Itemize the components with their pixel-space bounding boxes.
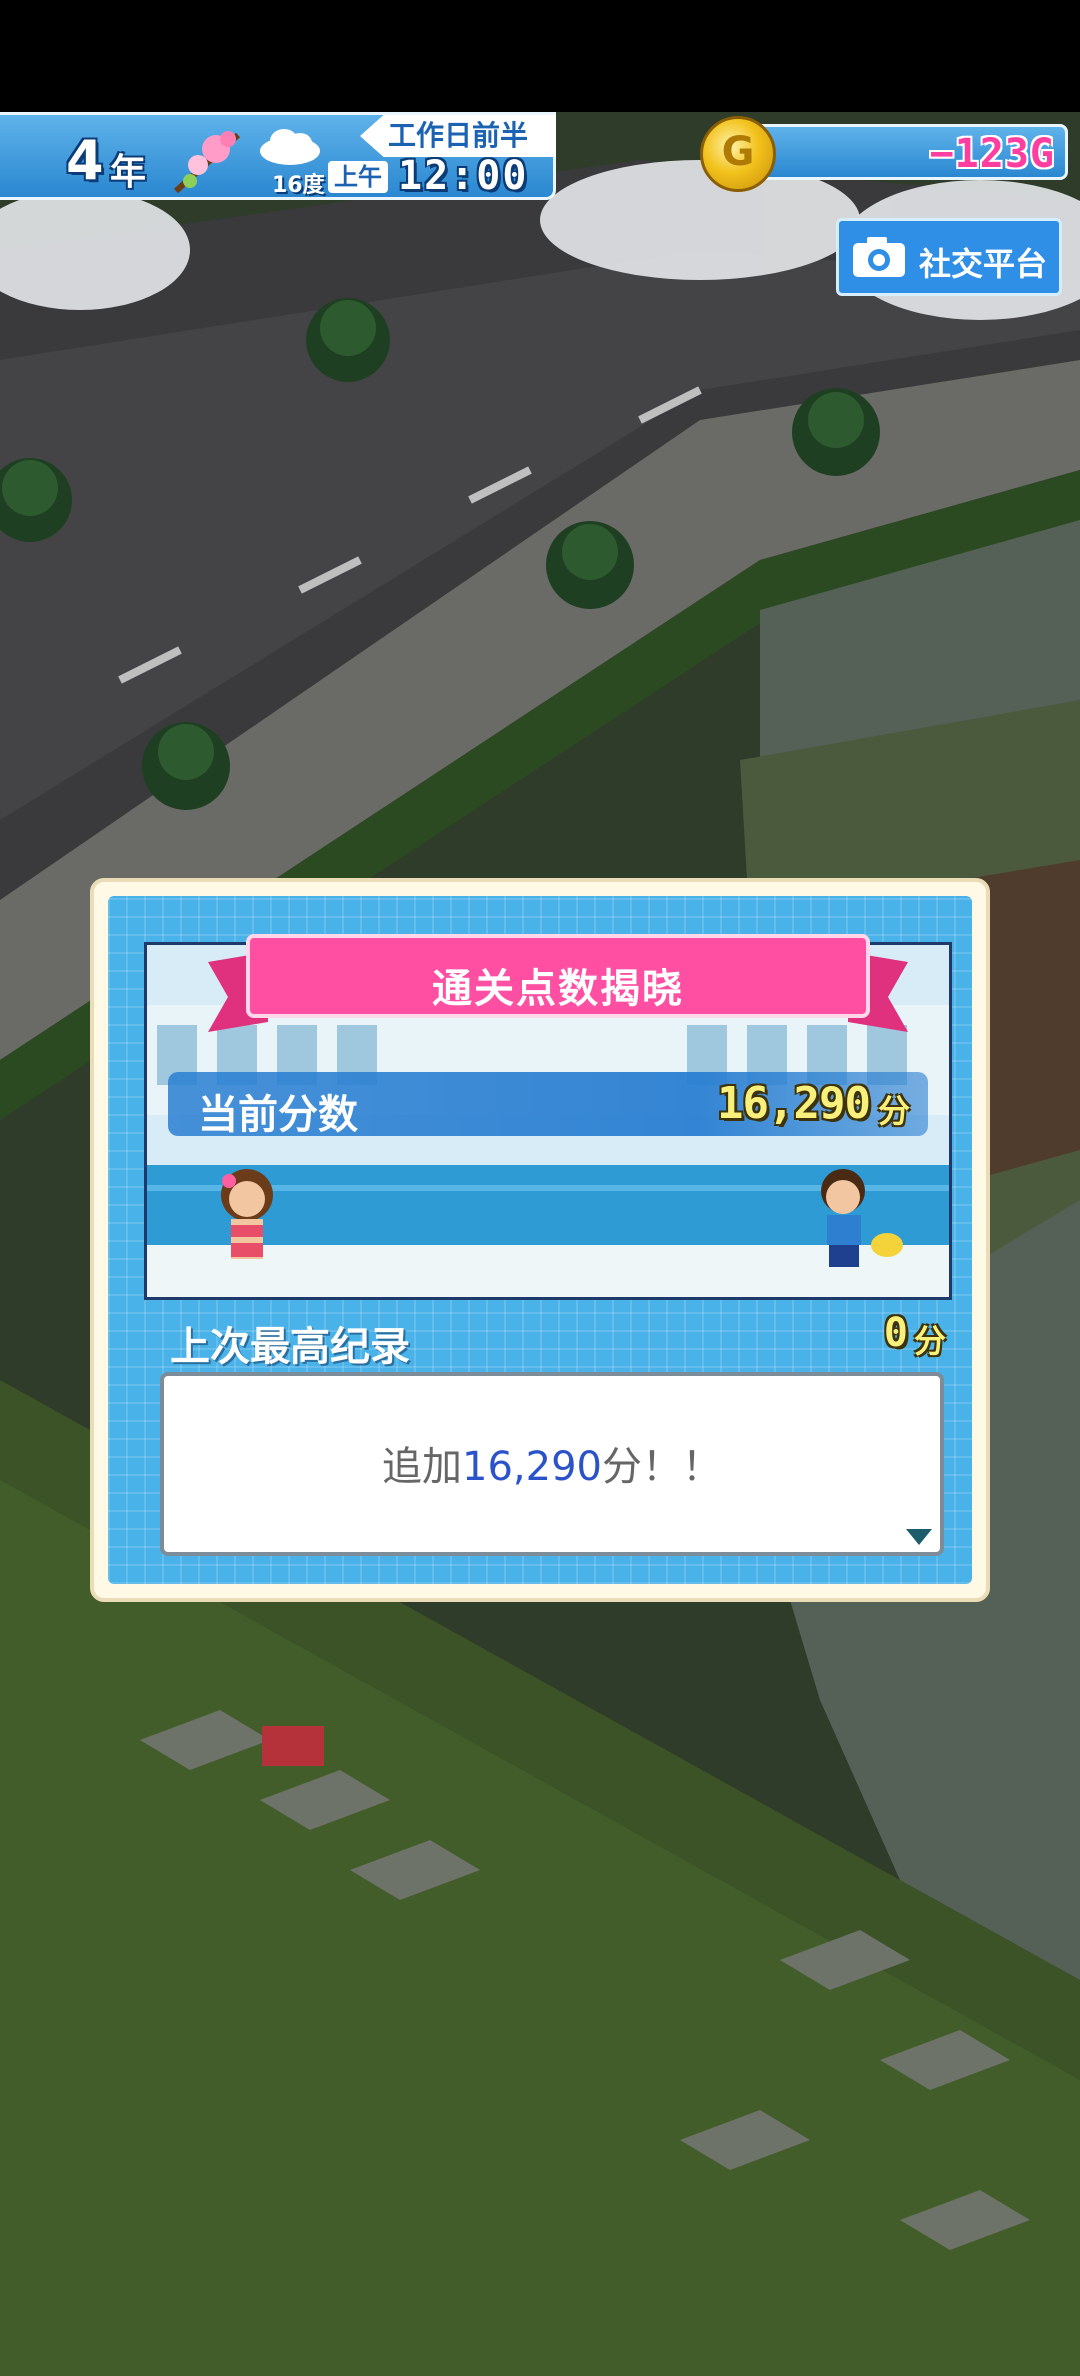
message-highlight-points: 16,290 [462,1444,602,1490]
status-bar-area [0,0,1080,112]
current-score-unit: 分 [877,1092,910,1130]
current-score-band: 当前分数 16,290 分 [168,1072,928,1138]
cherry-blossom-icon [173,131,241,194]
best-record-label: 上次最高纪录 [170,1324,410,1370]
year-number: 4 [66,129,104,192]
message-box[interactable]: 追加16,290分！！ [160,1372,944,1556]
year-unit: 年 [110,152,147,193]
message-text: 追加16,290分！！ [164,1434,940,1492]
camera-icon [853,237,905,277]
score-reveal-dialog: 通关点数揭晓 当前分数 16,290 分 上次最高纪录 0 分 追加16,290… [90,878,990,1602]
date-time-panel[interactable]: 4 年 16度 工作日前半 上午 12:00 [0,112,556,200]
title-ribbon [208,934,908,1032]
temperature-text: 16度 [272,173,325,198]
best-record-value: 0 [883,1310,908,1356]
ampm-badge: 上午 [328,161,388,193]
best-record-unit: 分 [913,1322,946,1360]
social-platform-label: 社交平台 [919,245,1048,283]
dialog-panel: 通关点数揭晓 当前分数 16,290 分 上次最高纪录 0 分 追加16,290… [108,896,972,1584]
current-score-value: 16,290 [717,1078,871,1129]
money-value: −123G [929,131,1055,177]
message-prefix: 追加 [382,1444,463,1490]
cloud-weather-icon [260,129,320,165]
continue-arrow-icon[interactable] [904,1526,934,1548]
message-suffix: 分！！ [601,1444,722,1490]
clock-time: 12:00 [398,153,529,199]
coin-icon [700,116,776,192]
social-platform-button[interactable]: 社交平台 [836,218,1062,296]
current-score-label: 当前分数 [198,1092,358,1138]
week-phase-tag: 工作日前半 [360,115,556,157]
